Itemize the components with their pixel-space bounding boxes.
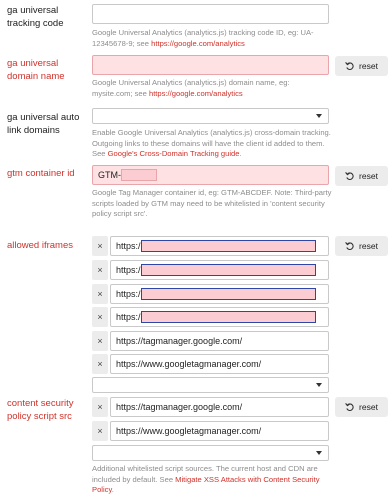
csp-script-src-label: content security policy script src bbox=[7, 398, 74, 422]
remove-iframe-5-button[interactable]: × bbox=[92, 331, 108, 351]
iframe-1-input[interactable]: https:/ bbox=[110, 236, 329, 256]
remove-csp-1-button[interactable]: × bbox=[92, 397, 108, 417]
chevron-down-icon bbox=[316, 114, 322, 118]
iframe-3-input[interactable]: https:/ bbox=[110, 284, 329, 304]
ga-domain-reset-button[interactable]: reset bbox=[335, 56, 388, 76]
ga-auto-link-help: Enable Google Universal Analytics (analy… bbox=[92, 128, 331, 158]
csp-2-input[interactable]: https://www.googletagmanager.com/ bbox=[110, 421, 329, 441]
add-csp-select[interactable] bbox=[92, 445, 329, 461]
undo-icon bbox=[345, 62, 354, 71]
ga-auto-link-select[interactable] bbox=[92, 108, 329, 124]
iframes-reset-button[interactable]: reset bbox=[335, 236, 388, 256]
ga-tracking-help-link[interactable]: https://google.com/analytics bbox=[151, 39, 245, 48]
undo-icon bbox=[345, 403, 354, 412]
undo-icon bbox=[345, 172, 354, 181]
csp-1-input[interactable]: https://tagmanager.google.com/ bbox=[110, 397, 329, 417]
add-iframe-select[interactable] bbox=[92, 377, 329, 393]
remove-iframe-1-button[interactable]: × bbox=[92, 236, 108, 256]
redacted-text bbox=[121, 168, 157, 181]
ga-domain-name-help: Google Universal Analytics (analytics.js… bbox=[92, 78, 290, 98]
csp-reset-button[interactable]: reset bbox=[335, 397, 388, 417]
gtm-container-id-input[interactable]: GTM- bbox=[92, 165, 329, 185]
chevron-down-icon bbox=[316, 451, 322, 455]
remove-iframe-4-button[interactable]: × bbox=[92, 307, 108, 327]
ga-domain-name-label: ga universal domain name bbox=[7, 58, 65, 82]
ga-auto-link-label: ga universal auto link domains bbox=[7, 112, 80, 136]
ga-domain-name-input[interactable] bbox=[92, 55, 329, 75]
iframe-4-input[interactable]: https:/ bbox=[110, 307, 329, 327]
gtm-container-id-help: Google Tag Manager container id, eg: GTM… bbox=[92, 188, 332, 218]
ga-auto-link-help-link[interactable]: Google's Cross-Domain Tracking guide bbox=[108, 149, 240, 158]
allowed-iframes-label: allowed iframes bbox=[7, 240, 73, 251]
iframe-2-input[interactable]: https:/ bbox=[110, 260, 329, 280]
remove-csp-2-button[interactable]: × bbox=[92, 421, 108, 441]
gtm-container-id-label: gtm container id bbox=[7, 168, 75, 179]
redacted-text bbox=[140, 310, 316, 323]
redacted-text bbox=[140, 239, 316, 252]
csp-script-src-help: Additional whitelisted script sources. T… bbox=[92, 464, 320, 494]
redacted-text bbox=[140, 263, 316, 276]
iframe-6-input[interactable]: https://www.googletagmanager.com/ bbox=[110, 354, 329, 374]
chevron-down-icon bbox=[316, 383, 322, 387]
ga-tracking-code-input[interactable] bbox=[92, 4, 329, 24]
ga-tracking-code-label: ga universal tracking code bbox=[7, 5, 64, 29]
gtm-reset-button[interactable]: reset bbox=[335, 166, 388, 186]
remove-iframe-3-button[interactable]: × bbox=[92, 284, 108, 304]
remove-iframe-2-button[interactable]: × bbox=[92, 260, 108, 280]
undo-icon bbox=[345, 242, 354, 251]
ga-tracking-code-help: Google Universal Analytics (analytics.js… bbox=[92, 28, 314, 48]
iframe-5-input[interactable]: https://tagmanager.google.com/ bbox=[110, 331, 329, 351]
remove-iframe-6-button[interactable]: × bbox=[92, 354, 108, 374]
redacted-text bbox=[140, 287, 316, 300]
ga-domain-help-link[interactable]: https://google.com/analytics bbox=[149, 89, 243, 98]
